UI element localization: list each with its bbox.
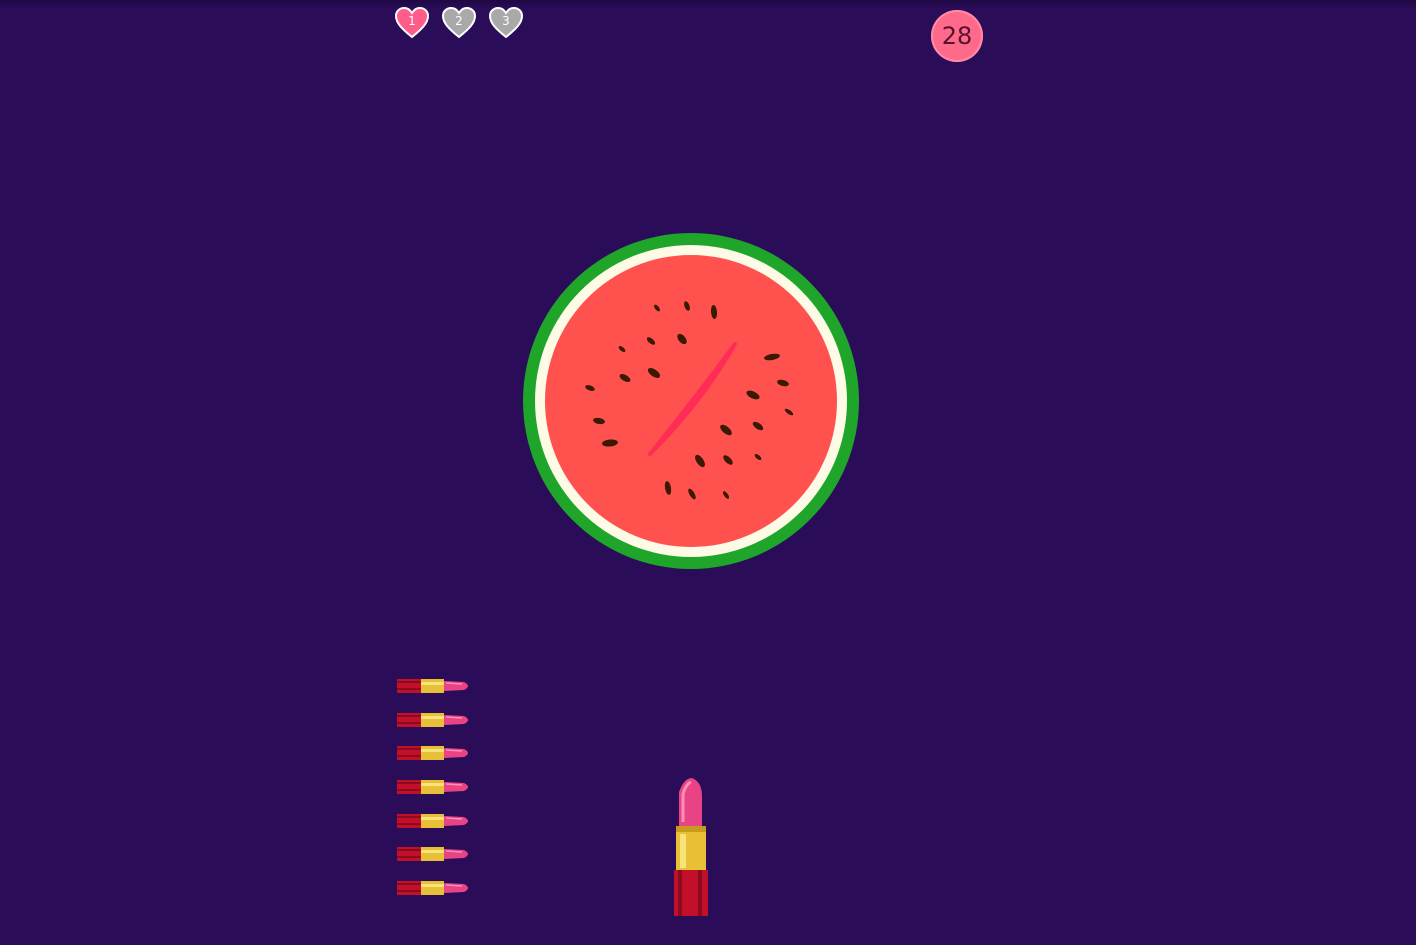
watermelon-target-icon <box>522 232 860 570</box>
lipstick-ammo-icon <box>396 676 472 696</box>
life-heart-3-label: 3 <box>502 14 510 28</box>
lipstick-ammo-icon <box>396 878 472 898</box>
game-stage[interactable]: 1 2 3 28 <box>0 0 1416 945</box>
life-heart-1-icon: 1 <box>394 6 430 40</box>
score-badge: 28 <box>931 10 983 62</box>
lives-indicator: 1 2 3 <box>394 6 534 42</box>
life-heart-3-icon: 3 <box>488 6 524 40</box>
remaining-lipsticks <box>396 676 476 906</box>
lipstick-ammo-icon <box>396 743 472 763</box>
lipstick-ammo-icon <box>396 777 472 797</box>
life-heart-1-label: 1 <box>408 14 416 28</box>
player-lipstick-icon[interactable] <box>670 776 712 918</box>
life-heart-2-label: 2 <box>455 14 463 28</box>
lipstick-ammo-icon <box>396 710 472 730</box>
lipstick-ammo-icon <box>396 811 472 831</box>
life-heart-2-icon: 2 <box>441 6 477 40</box>
lipstick-ammo-icon <box>396 844 472 864</box>
